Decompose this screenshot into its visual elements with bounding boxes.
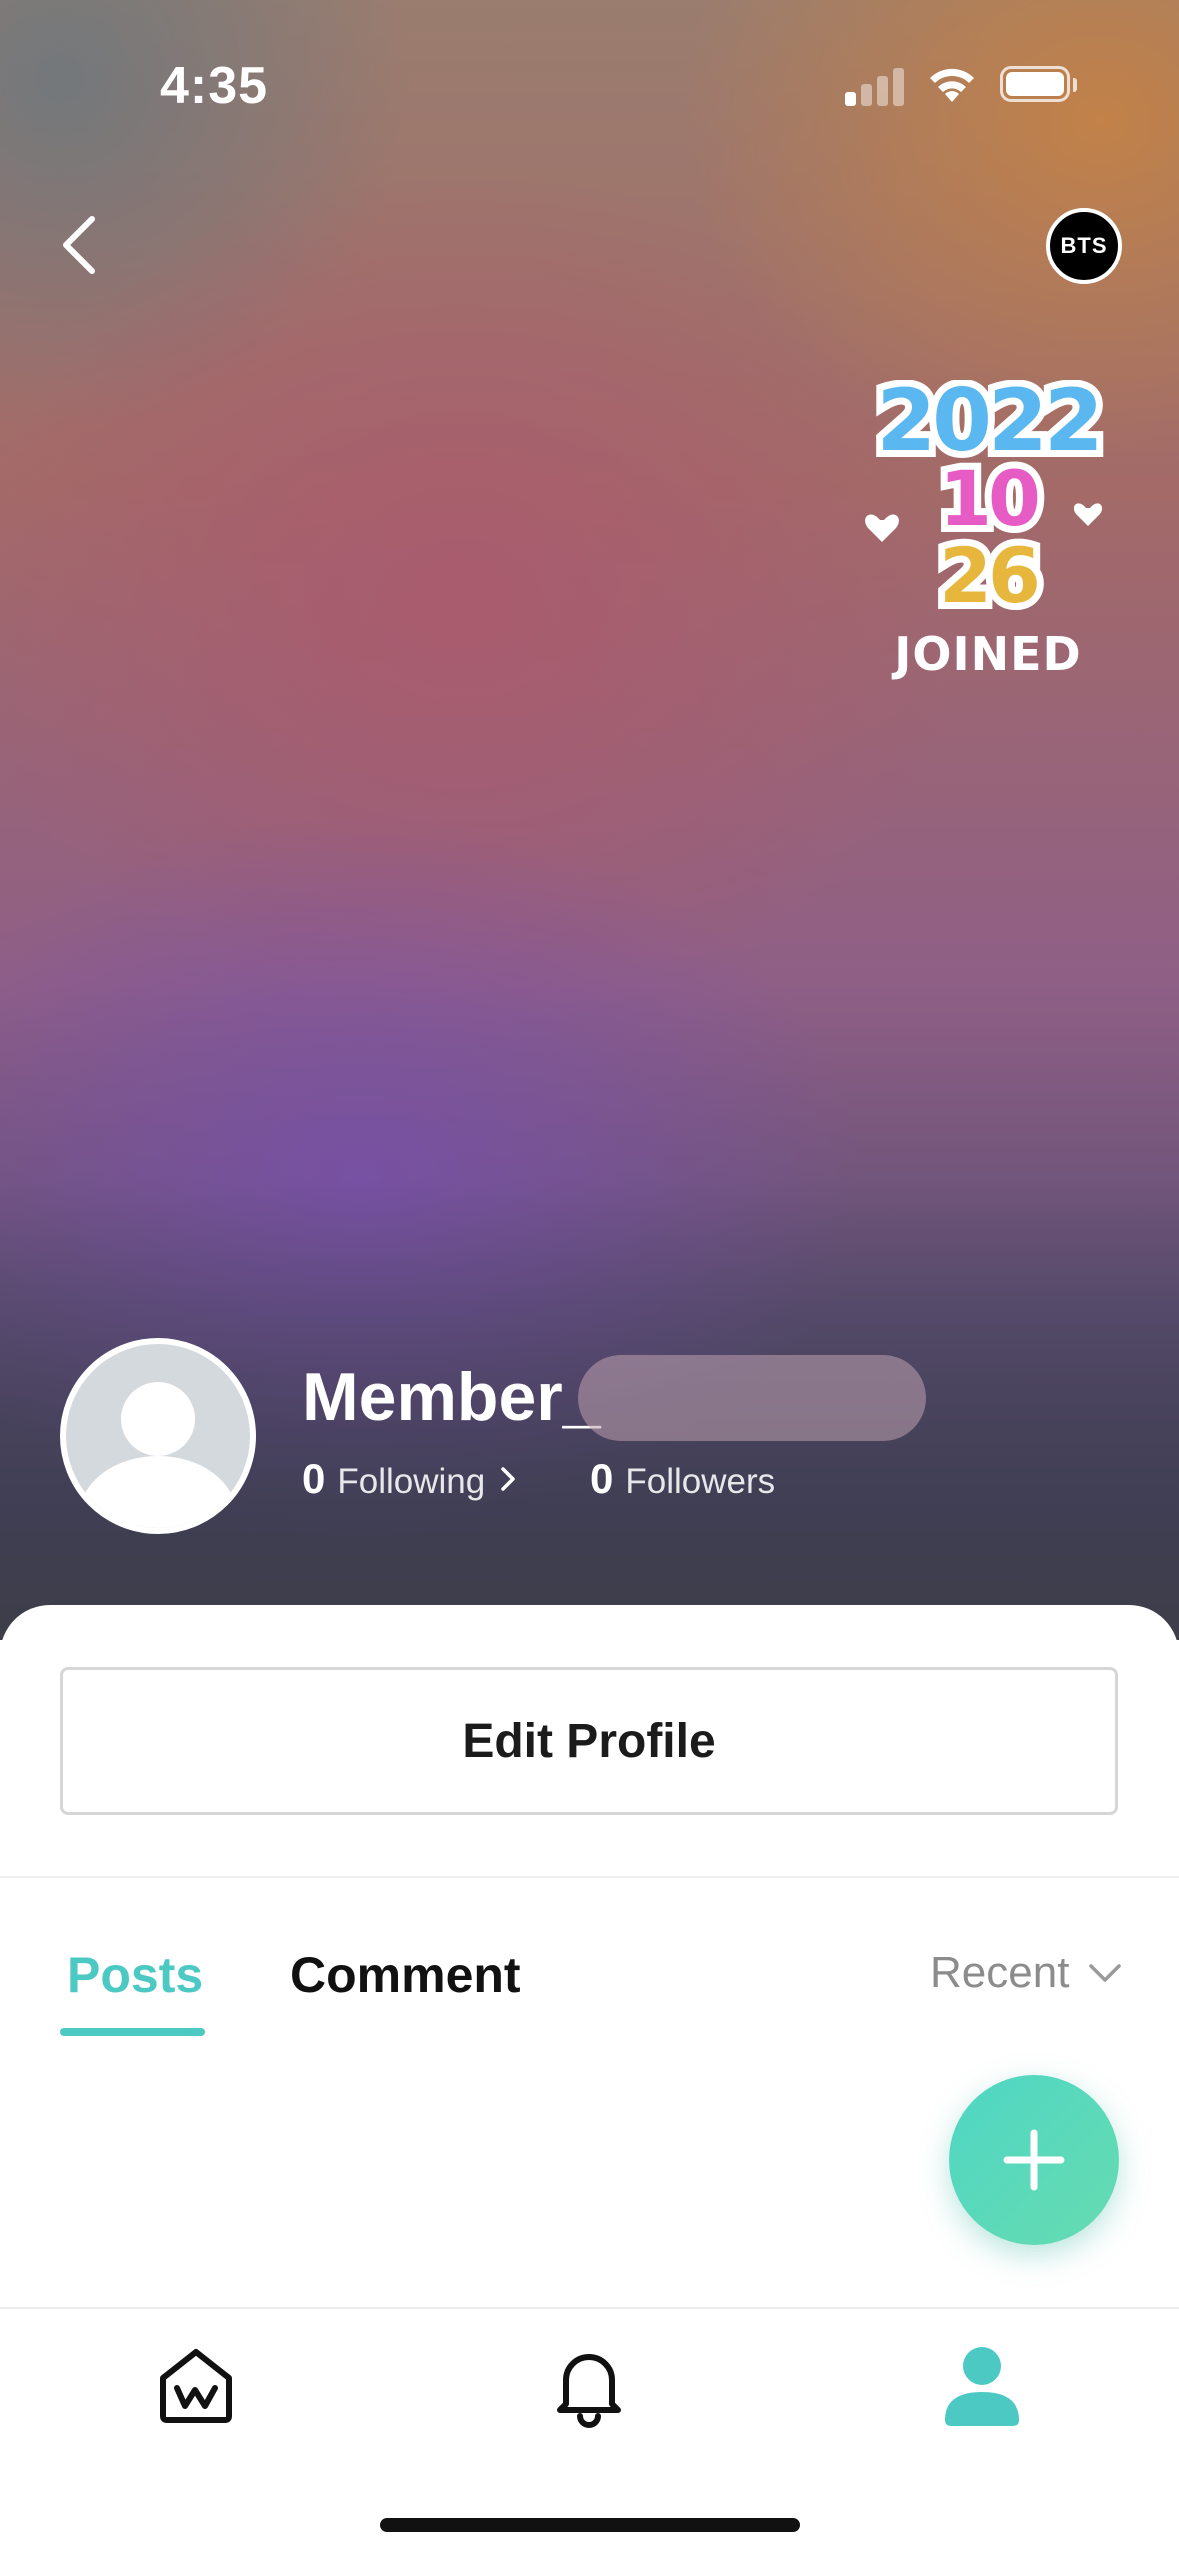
nav-home-button[interactable] <box>146 2335 246 2435</box>
chevron-down-icon <box>1089 1964 1122 1982</box>
bell-icon <box>557 2354 621 2428</box>
active-tab-indicator <box>60 2028 205 2036</box>
followers-link[interactable]: 0 Followers <box>590 1455 775 1503</box>
home-indicator <box>380 2518 800 2532</box>
status-bar: 4:35 <box>0 0 1179 170</box>
wifi-icon <box>930 68 974 102</box>
sort-dropdown[interactable]: Recent <box>930 1948 1123 1998</box>
create-post-button[interactable] <box>949 2075 1119 2245</box>
following-link[interactable]: 0 Following <box>302 1455 519 1503</box>
following-label: Following <box>337 1462 486 1501</box>
tab-comment[interactable]: Comment <box>290 1946 521 2004</box>
followers-count: 0 <box>590 1455 614 1502</box>
default-avatar-icon <box>80 1382 236 1528</box>
back-button[interactable] <box>50 205 120 285</box>
weverse-home-icon <box>160 2349 232 2423</box>
tab-posts[interactable]: Posts <box>67 1946 203 2004</box>
followers-label: Followers <box>625 1462 776 1501</box>
joined-date-graphic: 2022 10 26 <box>865 364 1111 627</box>
sort-label: Recent <box>930 1948 1070 1997</box>
following-count: 0 <box>302 1455 326 1502</box>
battery-icon <box>1000 66 1077 104</box>
chevron-right-icon <box>501 1467 515 1491</box>
community-badge-button[interactable]: BTS <box>1046 208 1122 284</box>
joined-month: 10 <box>939 454 1038 543</box>
chevron-left-icon <box>63 216 95 274</box>
member-name: Member_ <box>302 1359 601 1435</box>
nav-notifications-button[interactable] <box>539 2335 639 2435</box>
joined-label: JOINED <box>894 627 1082 681</box>
edit-profile-button[interactable]: Edit Profile <box>60 1667 1118 1815</box>
joined-day: 26 <box>939 531 1037 620</box>
joined-date-sticker: 2022 10 26 JOINED <box>858 364 1118 681</box>
divider <box>0 1876 1179 1878</box>
plus-icon <box>1003 2129 1065 2191</box>
avatar[interactable] <box>60 1338 256 1534</box>
redacted-name-overlay <box>578 1355 926 1441</box>
cellular-signal-icon <box>845 66 905 106</box>
status-time: 4:35 <box>160 57 269 115</box>
heart-icon <box>865 514 899 542</box>
nav-profile-button[interactable] <box>932 2335 1032 2435</box>
profile-icon <box>945 2347 1019 2426</box>
community-badge-label: BTS <box>1060 233 1108 258</box>
heart-icon <box>1073 503 1103 526</box>
